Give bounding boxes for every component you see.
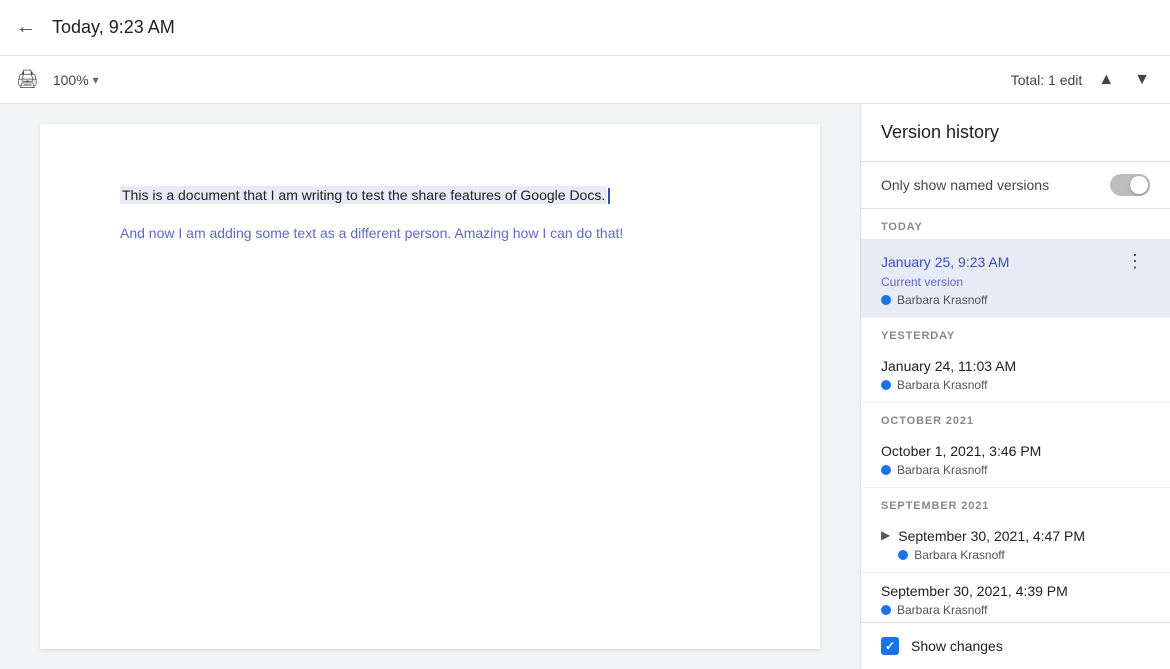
group-label-october: OCTOBER 2021 [861, 403, 1170, 433]
group-label-yesterday: YESTERDAY [861, 318, 1170, 348]
version-item-header: October 1, 2021, 3:46 PM [881, 443, 1150, 459]
main-area: This is a document that I am writing to … [0, 104, 1170, 669]
version-panel-title: Version history [881, 122, 999, 142]
version-date: January 25, 9:23 AM [881, 254, 1009, 270]
group-label-today: TODAY [861, 209, 1170, 239]
version-date: September 30, 2021, 4:47 PM [898, 528, 1150, 544]
user-dot-icon [881, 380, 891, 390]
version-user: Barbara Krasnoff [881, 378, 1150, 392]
version-item[interactable]: January 25, 9:23 AM ⋮ Current version Ba… [861, 239, 1170, 318]
version-user: Barbara Krasnoff [881, 603, 1150, 617]
nav-up-button[interactable]: ▲ [1094, 67, 1118, 93]
doc-text-line1: This is a document that I am writing to … [120, 186, 607, 204]
version-more-button[interactable]: ⋮ [1120, 249, 1150, 274]
zoom-value: 100% [53, 72, 89, 88]
version-user-name: Barbara Krasnoff [897, 603, 988, 617]
named-versions-toggle[interactable] [1110, 174, 1150, 196]
header-title: Today, 9:23 AM [52, 17, 175, 38]
doc-text-line2: And now I am adding some text as a diffe… [120, 222, 740, 244]
version-user: Barbara Krasnoff [881, 293, 1150, 307]
toolbar: 🖨 100% ▾ Total: 1 edit ▲ ▼ [0, 56, 1170, 104]
version-user-name: Barbara Krasnoff [897, 463, 988, 477]
group-label-september: SEPTEMBER 2021 [861, 488, 1170, 518]
version-list: TODAY January 25, 9:23 AM ⋮ Current vers… [861, 209, 1170, 622]
version-item-inner: ▶ September 30, 2021, 4:47 PM Barbara Kr… [881, 528, 1150, 562]
version-subtitle: Current version [881, 275, 1150, 289]
user-dot-icon [881, 295, 891, 305]
toggle-row: Only show named versions [861, 162, 1170, 209]
version-panel-header: Version history [861, 104, 1170, 162]
back-button[interactable]: ← [16, 16, 36, 39]
version-panel: Version history Only show named versions… [860, 104, 1170, 669]
expand-arrow-icon[interactable]: ▶ [881, 528, 890, 542]
version-item[interactable]: January 24, 11:03 AM Barbara Krasnoff [861, 348, 1170, 403]
show-changes-label: Show changes [911, 638, 1003, 654]
version-item-content: September 30, 2021, 4:47 PM Barbara Kras… [898, 528, 1150, 562]
header-bar: ← Today, 9:23 AM [0, 0, 1170, 56]
user-dot-icon [881, 465, 891, 475]
version-item-header: January 25, 9:23 AM ⋮ [881, 249, 1150, 274]
version-date: September 30, 2021, 4:39 PM [881, 583, 1150, 599]
edit-count: Total: 1 edit [1011, 72, 1083, 88]
version-item[interactable]: October 1, 2021, 3:46 PM Barbara Krasnof… [861, 433, 1170, 488]
version-item[interactable]: ▶ September 30, 2021, 4:47 PM Barbara Kr… [861, 518, 1170, 573]
doc-cursor [608, 188, 610, 204]
toolbar-right: Total: 1 edit ▲ ▼ [1011, 67, 1154, 93]
version-user-name: Barbara Krasnoff [897, 378, 988, 392]
toolbar-left: 🖨 100% ▾ [16, 68, 1011, 92]
doc-area: This is a document that I am writing to … [0, 104, 860, 669]
show-changes-checkbox[interactable] [881, 637, 899, 655]
show-changes-footer: Show changes [861, 622, 1170, 669]
toggle-label: Only show named versions [881, 177, 1049, 193]
print-icon[interactable]: 🖨 [16, 69, 39, 90]
version-date: January 24, 11:03 AM [881, 358, 1016, 374]
version-user: Barbara Krasnoff [881, 463, 1150, 477]
zoom-dropdown-arrow: ▾ [93, 73, 99, 87]
nav-down-button[interactable]: ▼ [1130, 67, 1154, 93]
version-date: October 1, 2021, 3:46 PM [881, 443, 1041, 459]
user-dot-icon [898, 550, 908, 560]
doc-page: This is a document that I am writing to … [40, 124, 820, 649]
version-user-name: Barbara Krasnoff [897, 293, 988, 307]
version-user-name: Barbara Krasnoff [914, 548, 1005, 562]
version-item-header: January 24, 11:03 AM [881, 358, 1150, 374]
user-dot-icon [881, 605, 891, 615]
version-item[interactable]: September 30, 2021, 4:39 PM Barbara Kras… [861, 573, 1170, 622]
zoom-control[interactable]: 100% ▾ [47, 68, 105, 92]
version-user: Barbara Krasnoff [898, 548, 1150, 562]
